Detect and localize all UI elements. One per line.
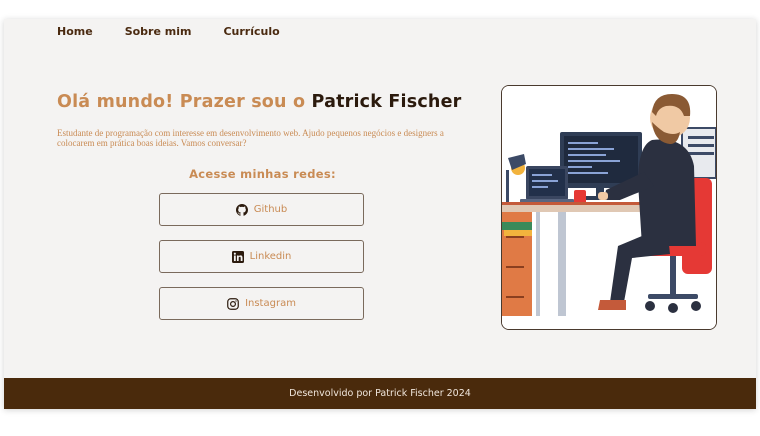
page-footer: Desenvolvido por Patrick Fischer 2024 bbox=[4, 378, 756, 409]
hero-name: Patrick Fischer bbox=[311, 92, 462, 112]
nav-curriculo-link[interactable]: Currículo bbox=[223, 25, 279, 39]
nav-sobre-mim-link[interactable]: Sobre mim bbox=[125, 25, 192, 39]
developer-at-desk-image bbox=[502, 86, 716, 329]
hero-greeting: Olá mundo! Prazer sou o bbox=[57, 92, 306, 112]
linkedin-label: Linkedin bbox=[249, 251, 292, 262]
linkedin-button[interactable]: Linkedin bbox=[159, 240, 364, 273]
socials-title: Acesse minhas redes: bbox=[189, 167, 336, 181]
footer-text: Desenvolvido por Patrick Fischer 2024 bbox=[289, 388, 471, 399]
nav-home-link[interactable]: Home bbox=[57, 25, 93, 39]
instagram-label: Instagram bbox=[245, 298, 296, 309]
github-button[interactable]: Github bbox=[159, 193, 364, 226]
instagram-button[interactable]: Instagram bbox=[159, 287, 364, 320]
top-nav: Home Sobre mim Currículo bbox=[57, 25, 312, 39]
github-label: Github bbox=[253, 204, 288, 215]
developer-illustration bbox=[501, 85, 717, 330]
page-container: Home Sobre mim Currículo Olá mundo! Praz… bbox=[4, 19, 756, 409]
intro-text: Estudante de programação com interesse e… bbox=[57, 128, 444, 148]
instagram-icon bbox=[227, 297, 239, 310]
github-icon bbox=[235, 203, 248, 216]
hero-title: Olá mundo! Prazer sou o Patrick Fischer bbox=[57, 92, 461, 112]
linkedin-icon bbox=[231, 250, 244, 263]
